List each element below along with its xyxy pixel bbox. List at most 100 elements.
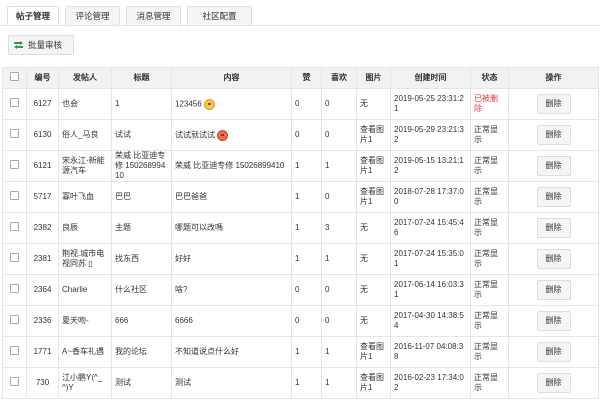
actions-cell: 删除 [508,305,599,337]
tab-bar: 帖子管理 评论管理 消息管理 社区配置 [7,6,252,26]
row-checkbox[interactable] [10,129,19,138]
batch-review-icon [14,41,23,49]
col-favs: 喜欢 [321,67,357,89]
post-id: 5717 [26,181,59,213]
post-likes: 0 [291,119,322,151]
post-content-cell: 6666 [171,305,292,337]
post-favs: 3 [321,212,357,244]
row-checkbox[interactable] [10,346,19,355]
post-id: 730 [26,367,59,399]
row-checkbox[interactable] [10,377,19,386]
row-select-cell[interactable] [2,150,27,182]
post-content-cell: 不知道说点什么好 [171,336,292,368]
table-row: 2382 良辰 主题 哪题可以改嗎 1 3 无 2017-07-24 15:45:46 正常显示… [2,212,599,244]
delete-button[interactable]: 删除 [536,373,571,393]
col-image: 图片 [356,67,391,89]
heart-eyes-emoji-icon [217,129,229,141]
row-select-cell[interactable] [2,305,27,337]
select-all-cell[interactable] [2,67,27,89]
post-image[interactable]: 查看图片1 [356,150,391,182]
row-select-cell[interactable] [2,88,27,120]
post-content: 6666 [175,316,193,325]
post-title: 主题 [111,212,172,244]
tab-comments[interactable]: 评论管理 [65,6,120,26]
delete-button[interactable]: 删除 [536,311,571,331]
post-likes: 1 [291,336,322,368]
table-row: 2364 Charlie 什么社区 啥? 0 0 无 2017-06-14 16:03:31 正… [2,274,599,306]
row-select-cell[interactable] [2,274,27,306]
row-select-cell[interactable] [2,367,27,399]
tab-posts[interactable]: 帖子管理 [7,6,59,26]
delete-button[interactable]: 删除 [536,187,571,207]
delete-button[interactable]: 删除 [536,94,571,114]
post-title: 我的论坛 [111,336,172,368]
post-favs: 0 [321,181,357,213]
smile-emoji-icon [203,98,215,110]
actions-cell: 删除 [508,119,599,151]
col-created-time: 创建时间 [390,67,471,89]
actions-cell: 删除 [508,336,599,368]
delete-button[interactable]: 删除 [536,156,571,176]
post-image[interactable]: 查看图片1 [356,119,391,151]
col-content: 内容 [171,67,292,89]
delete-button[interactable]: 删除 [536,218,571,238]
row-checkbox[interactable] [10,222,19,231]
post-favs: 0 [321,88,357,120]
post-author: 荆视.城市电视同苏 ▯ [58,243,112,275]
row-checkbox[interactable] [10,98,19,107]
row-checkbox[interactable] [10,191,19,200]
post-id: 2382 [26,212,59,244]
post-status: 正常显示 [470,119,509,151]
table-row: 5717 寡叶飞血 巴巴 巴巴爸爸 1 0 查看图片1 2018-07-28 17:37:00… [2,181,599,213]
post-content: 巴巴爸爸 [175,192,207,201]
tab-messages[interactable]: 消息管理 [126,6,181,26]
post-content: 不知道说点什么好 [175,347,239,356]
row-checkbox[interactable] [10,284,19,293]
post-image[interactable]: 查看图片1 [356,367,391,399]
row-checkbox[interactable] [10,160,19,169]
row-select-cell[interactable] [2,243,27,275]
tab-community-config[interactable]: 社区配置 [187,6,252,26]
post-image[interactable]: 查看图片1 [356,181,391,213]
post-content-cell: 测试 [171,367,292,399]
post-likes: 0 [291,274,322,306]
actions-cell: 删除 [508,88,599,120]
delete-button[interactable]: 删除 [536,125,571,145]
post-title: 什么社区 [111,274,172,306]
row-select-cell[interactable] [2,336,27,368]
select-all-checkbox[interactable] [10,72,19,81]
post-content: 试试就试试 [175,130,215,140]
post-created-time: 2016-11-07 04:08:38 [390,336,471,368]
post-id: 2364 [26,274,59,306]
post-author: 夏天吻- [58,305,112,337]
delete-button[interactable]: 删除 [536,280,571,300]
post-author: 良辰 [58,212,112,244]
post-image[interactable]: 查看图片1 [356,336,391,368]
post-title: 荣威 比亚迪专修 15026899410 [111,150,172,182]
post-content-cell: 巴巴爸爸 [171,181,292,213]
post-likes: 1 [291,212,322,244]
post-content: 测试 [175,378,191,387]
table-row: 6130 俗人_马良 试试 试试就试试 0 0 查看图片1 2019-05-29 23:21… [2,119,599,151]
post-id: 1771 [26,336,59,368]
row-checkbox[interactable] [10,315,19,324]
post-created-time: 2017-07-24 15:35:01 [390,243,471,275]
row-checkbox[interactable] [10,253,19,262]
post-status: 正常显示 [470,181,509,213]
delete-button[interactable]: 删除 [536,342,571,362]
post-created-time: 2019-05-25 23:31:21 [390,88,471,120]
table-row: 2381 荆视.城市电视同苏 ▯ 找东西 好好 1 1 无 2017-07-24 15:35:… [2,243,599,275]
post-content-cell: 好好 [171,243,292,275]
row-select-cell[interactable] [2,212,27,244]
post-favs: 0 [321,119,357,151]
delete-button[interactable]: 删除 [536,249,571,269]
post-content: 哪题可以改嗎 [175,223,223,232]
post-favs: 0 [321,305,357,337]
row-select-cell[interactable] [2,181,27,213]
post-title: 找东西 [111,243,172,275]
post-created-time: 2019-05-15 13:21:12 [390,150,471,182]
row-select-cell[interactable] [2,119,27,151]
batch-review-label: 批量审核 [28,40,63,50]
table-row: 1771 A~香车礼遇 我的论坛 不知道说点什么好 1 1 查看图片1 2016-11-07 … [2,336,599,368]
batch-review-button[interactable]: 批量审核 [8,35,74,55]
